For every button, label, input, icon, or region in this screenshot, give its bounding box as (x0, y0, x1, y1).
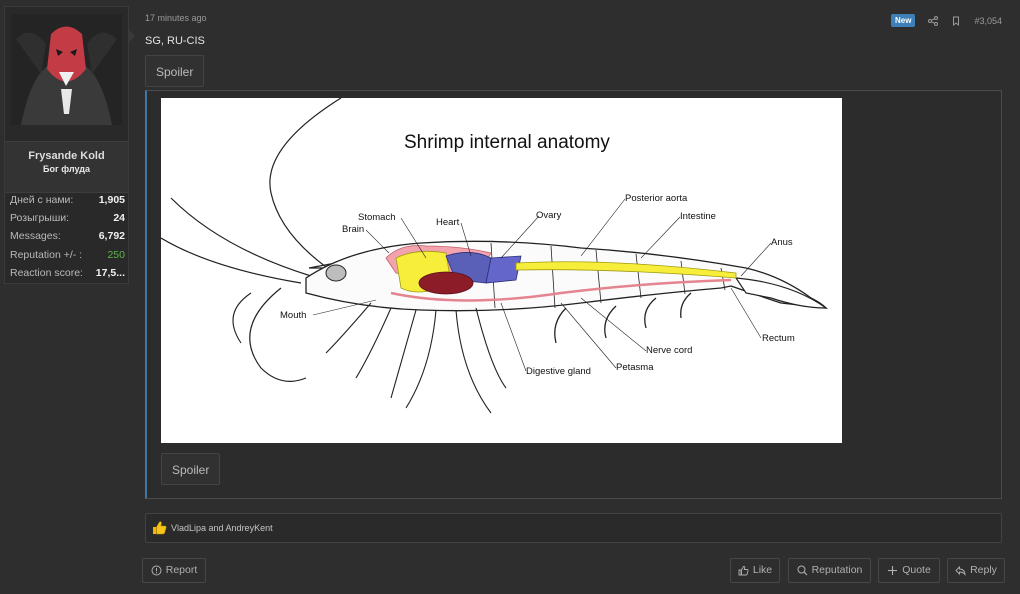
stat-row-reputation: Reputation +/- : 250 (10, 246, 125, 264)
stat-value: 24 (113, 212, 125, 225)
stat-row-giveaways: Розыгрыши: 24 (10, 209, 125, 227)
post-body-text: SG, RU-CIS (145, 35, 205, 47)
bookmark-icon[interactable] (951, 16, 961, 26)
reply-icon (955, 565, 966, 576)
inner-spoiler-button[interactable]: Spoiler (161, 453, 221, 485)
username[interactable]: Frysande Kold (5, 150, 128, 162)
stat-row-days: Дней с нами: 1,905 (10, 191, 125, 209)
reactions-bar: VladLipa and AndreyKent (145, 513, 1002, 543)
label-heart: Heart (436, 217, 460, 228)
label-digestive-gland: Digestive gland (526, 366, 591, 377)
label-posterior-aorta: Posterior aorta (625, 193, 688, 204)
quote-button[interactable]: Quote (878, 558, 940, 583)
like-button[interactable]: Like (730, 558, 780, 583)
plus-icon (888, 566, 898, 575)
reply-button[interactable]: Reply (947, 558, 1005, 583)
label-mouth: Mouth (280, 310, 306, 321)
stat-label: Дней с нами: (10, 194, 74, 206)
user-info-panel: Frysande Kold Бог флуда Дней с нами: 1,9… (4, 6, 135, 284)
label-nerve-cord: Nerve cord (646, 345, 692, 356)
stat-label: Reaction score: (10, 266, 83, 279)
avatar[interactable] (11, 14, 122, 125)
avatar-pointer (128, 29, 135, 43)
stat-label: Messages: (10, 230, 61, 243)
reputation-label: Reputation (811, 564, 863, 576)
label-brain: Brain (342, 224, 364, 235)
label-stomach: Stomach (358, 212, 396, 223)
label-rectum: Rectum (762, 333, 795, 344)
stat-value[interactable]: 6,792 (99, 227, 125, 245)
stat-row-messages: Messages: 6,792 (10, 227, 125, 245)
stat-value: 1,905 (98, 194, 125, 206)
stat-row-reaction-score: Reaction score: 17,5... (10, 264, 125, 282)
stat-value: 250 (107, 248, 125, 261)
thumbs-up-icon[interactable] (152, 520, 167, 535)
spoiler-button[interactable]: Spoiler (145, 55, 205, 87)
report-icon (151, 565, 162, 576)
shrimp-anatomy-image[interactable]: Shrimp internal anatomy Stomach Brain He… (161, 98, 842, 443)
reply-label: Reply (970, 564, 997, 576)
quote-label: Quote (902, 564, 931, 576)
like-icon (738, 565, 749, 576)
post-number[interactable]: #3,054 (974, 16, 1002, 26)
user-name-box: Frysande Kold Бог флуда (5, 141, 128, 193)
label-ovary: Ovary (536, 210, 562, 221)
post-top-actions: New #3,054 (891, 14, 1002, 27)
user-title: Бог флуда (43, 164, 90, 174)
label-anus: Anus (771, 237, 793, 248)
reactions-users[interactable]: VladLipa and AndreyKent (171, 523, 273, 533)
share-icon[interactable] (928, 15, 939, 26)
user-stats: Дней с нами: 1,905 Розыгрыши: 24 Message… (10, 191, 125, 282)
reputation-button[interactable]: Reputation (788, 558, 871, 583)
label-petasma: Petasma (616, 362, 654, 373)
spoiler-content: Shrimp internal anatomy Stomach Brain He… (145, 90, 1002, 499)
like-label: Like (752, 564, 773, 576)
new-badge: New (891, 14, 916, 27)
search-icon (797, 565, 808, 576)
report-button[interactable]: Report (142, 558, 206, 583)
stat-label: Розыгрыши: (10, 212, 70, 225)
report-label: Report (165, 564, 198, 576)
stat-value: 17,5... (95, 266, 125, 279)
label-intestine: Intestine (680, 211, 716, 222)
post-timestamp[interactable]: 17 minutes ago (145, 13, 207, 23)
stat-label: Reputation +/- : (10, 248, 83, 261)
image-title: Shrimp internal anatomy (404, 132, 610, 153)
